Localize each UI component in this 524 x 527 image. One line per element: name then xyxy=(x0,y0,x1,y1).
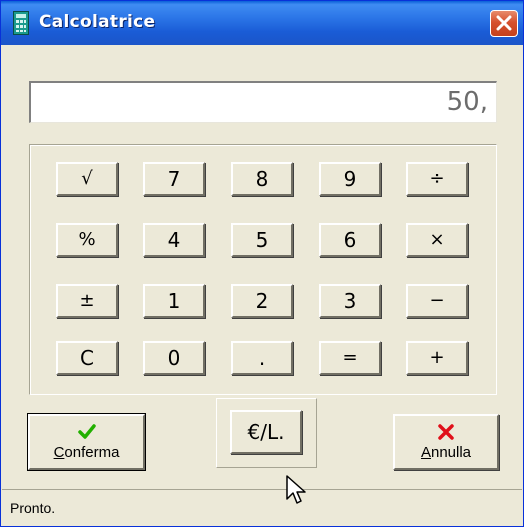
result-display: 50, xyxy=(29,81,497,123)
key-minus[interactable]: − xyxy=(406,284,468,318)
key-divide[interactable]: ÷ xyxy=(406,162,468,196)
check-icon xyxy=(30,422,143,442)
currency-toggle-button[interactable]: €/L. xyxy=(230,410,302,454)
close-icon xyxy=(496,15,512,31)
calculator-window: Calcolatrice 50, √ 7 8 9 ÷ % 4 5 6 × ± 1… xyxy=(0,0,524,527)
conferma-button[interactable]: Conferma xyxy=(27,413,146,471)
key-0[interactable]: 0 xyxy=(143,341,205,375)
key-plus-minus[interactable]: ± xyxy=(56,284,118,318)
key-plus[interactable]: + xyxy=(406,341,468,375)
annulla-label: Annulla xyxy=(420,444,472,461)
key-6[interactable]: 6 xyxy=(319,223,381,257)
key-decimal[interactable]: . xyxy=(231,341,293,375)
key-4[interactable]: 4 xyxy=(143,223,205,257)
key-multiply[interactable]: × xyxy=(406,223,468,257)
key-clear[interactable]: C xyxy=(56,341,118,375)
key-sqrt[interactable]: √ xyxy=(56,162,118,196)
window-title: Calcolatrice xyxy=(39,12,156,32)
mouse-cursor-icon xyxy=(286,475,306,504)
calculator-icon xyxy=(13,11,29,35)
status-text: Pronto. xyxy=(10,500,56,516)
key-7[interactable]: 7 xyxy=(143,162,205,196)
status-bar: Pronto. xyxy=(2,489,522,526)
annulla-button[interactable]: Annulla xyxy=(393,414,499,470)
key-equals[interactable]: = xyxy=(319,341,381,375)
key-9[interactable]: 9 xyxy=(319,162,381,196)
key-1[interactable]: 1 xyxy=(143,284,205,318)
key-3[interactable]: 3 xyxy=(319,284,381,318)
close-button[interactable] xyxy=(490,10,518,37)
title-bar[interactable]: Calcolatrice xyxy=(1,1,523,45)
key-2[interactable]: 2 xyxy=(231,284,293,318)
key-8[interactable]: 8 xyxy=(231,162,293,196)
x-icon xyxy=(395,422,497,442)
key-5[interactable]: 5 xyxy=(231,223,293,257)
key-percent[interactable]: % xyxy=(56,223,118,257)
conferma-label: Conferma xyxy=(53,444,120,461)
